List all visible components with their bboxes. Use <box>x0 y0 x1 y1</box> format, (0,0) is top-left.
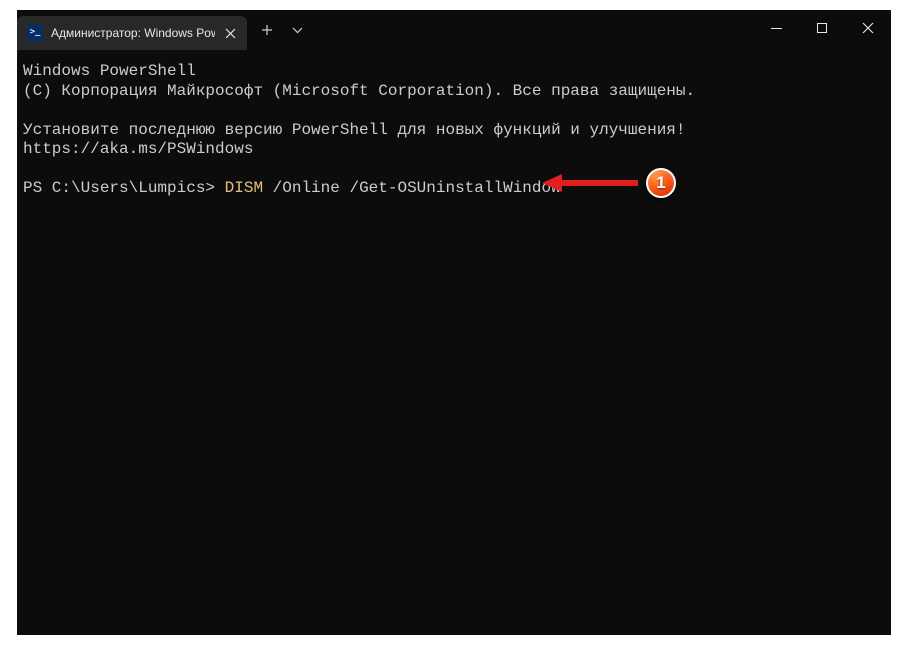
new-tab-button[interactable] <box>251 14 283 46</box>
close-icon[interactable] <box>221 24 239 42</box>
command-highlight: DISM <box>225 179 263 197</box>
titlebar[interactable]: >_ Администратор: Windows Pow <box>17 10 891 50</box>
terminal-content[interactable]: Windows PowerShell (C) Корпорация Майкро… <box>17 50 891 635</box>
command-rest: /Online /Get-OSUninstallWindow <box>263 179 561 197</box>
tab-title: Администратор: Windows Pow <box>51 26 215 40</box>
tab-active[interactable]: >_ Администратор: Windows Pow <box>17 16 247 50</box>
terminal-window: >_ Администратор: Windows Pow Windows Po… <box>17 10 891 635</box>
powershell-icon: >_ <box>27 25 43 41</box>
terminal-line: (C) Корпорация Майкрософт (Microsoft Cor… <box>23 82 695 100</box>
prompt: PS C:\Users\Lumpics> <box>23 179 225 197</box>
maximize-button[interactable] <box>799 10 845 46</box>
window-controls <box>753 10 891 46</box>
terminal-line: Установите последнюю версию PowerShell д… <box>23 121 695 159</box>
tab-dropdown-button[interactable] <box>283 14 311 46</box>
terminal-line: Windows PowerShell <box>23 62 196 80</box>
minimize-button[interactable] <box>753 10 799 46</box>
close-button[interactable] <box>845 10 891 46</box>
